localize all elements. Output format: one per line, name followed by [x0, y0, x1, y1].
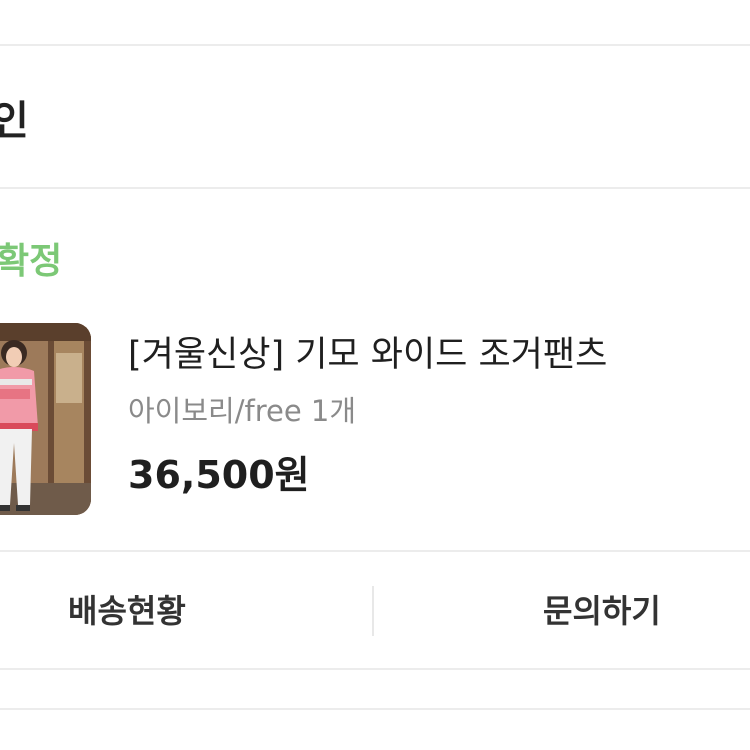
product-option: 아이보리/free 1개 [128, 394, 357, 428]
product-divider [0, 550, 750, 552]
bottom-divider [0, 708, 750, 710]
order-detail-page: 인 확정 [겨울신상] 기모 와이드 조거팬츠 아이보리/free 1개 36,… [0, 0, 750, 750]
product-thumbnail[interactable] [0, 323, 91, 515]
order-status-label: 확정 [0, 241, 63, 282]
product-price: 36,500원 [128, 453, 310, 497]
page-title: 인 [0, 98, 29, 144]
product-name[interactable]: [겨울신상] 기모 와이드 조거팬츠 [128, 326, 607, 377]
product-photo-image [0, 323, 91, 515]
actions-divider [0, 668, 750, 670]
top-divider [0, 44, 750, 46]
shipping-status-button[interactable]: 배송현황 [68, 586, 186, 632]
header-divider [0, 187, 750, 189]
inquiry-button[interactable]: 문의하기 [543, 586, 661, 632]
action-separator [372, 586, 374, 636]
